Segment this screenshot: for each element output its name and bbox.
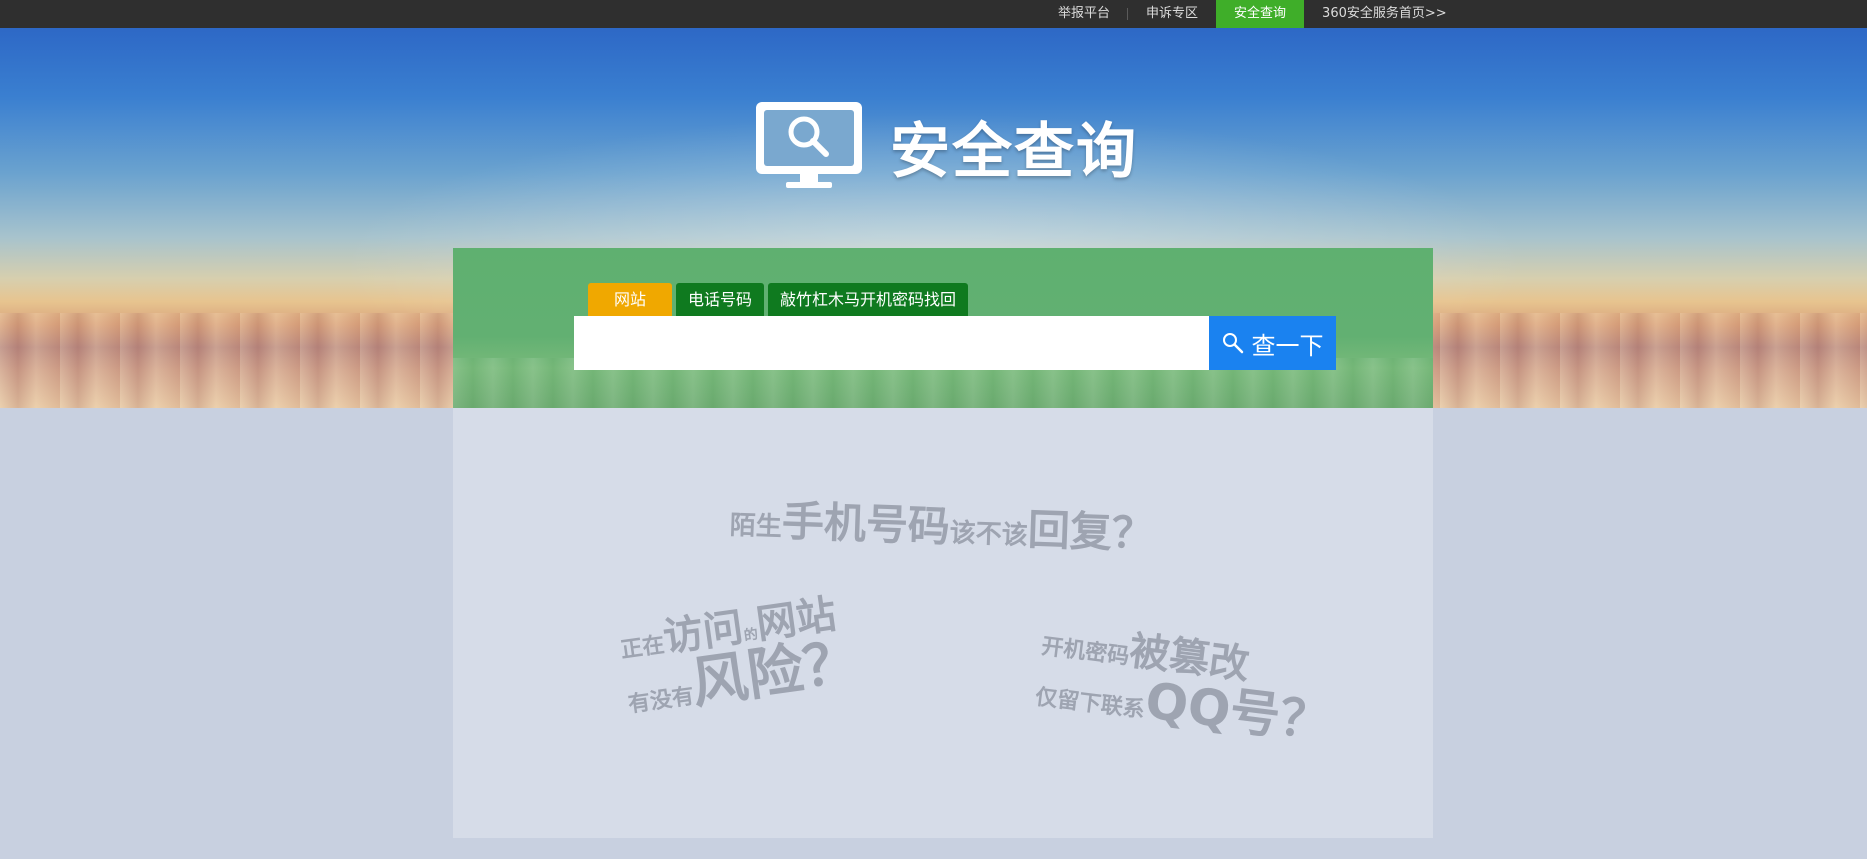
slogan-site-part1: 正在 [619,632,667,664]
slogan-phone-part2: 手机号码 [781,496,951,552]
search-icon [1222,333,1243,354]
slogan-phone: 陌生手机号码该不该回复？ [729,486,1155,562]
search-input[interactable] [574,316,1212,370]
search-button-label: 查一下 [1251,331,1324,360]
tab-website[interactable]: 网站 [588,283,672,316]
nav-appeal-zone[interactable]: 申诉专区 [1128,0,1216,28]
monitor-search-icon [756,102,862,188]
search-button[interactable]: 查一下 [1209,316,1336,370]
slogan-pw-part3: 仅留下联系 [1033,684,1147,724]
page-title: 安全查询 [890,117,1138,187]
slogan-phone-part1: 陌生 [729,510,783,543]
search-tabs: 网站 电话号码 敲竹杠木马开机密码找回 [588,283,969,316]
top-nav: 举报平台 申诉专区 安全查询 360安全服务首页>> [1040,0,1465,28]
slogan-website: 正在访问的网站 有没有风险？ [617,591,863,724]
nav-report-platform[interactable]: 举报平台 [1040,0,1129,28]
nav-360-home-link[interactable]: 360安全服务首页>> [1304,0,1465,28]
slogan-phone-part4: 回复？ [1027,505,1155,559]
slogan-phone-part3: 该不该 [949,518,1029,551]
slogan-site-part5: 有没有 [626,683,696,718]
top-bar [0,0,1867,28]
slogan-password: 开机密码被篡改 仅留下联系QQ号？ [1033,620,1337,751]
tab-ransomware-password-recovery[interactable]: 敲竹杠木马开机密码找回 [768,283,969,316]
nav-security-query[interactable]: 安全查询 [1216,0,1305,28]
tab-phone-number[interactable]: 电话号码 [676,283,765,316]
slogan-area: 陌生手机号码该不该回复？ 正在访问的网站 有没有风险？ 开机密码被篡改 仅留下联… [453,408,1433,838]
